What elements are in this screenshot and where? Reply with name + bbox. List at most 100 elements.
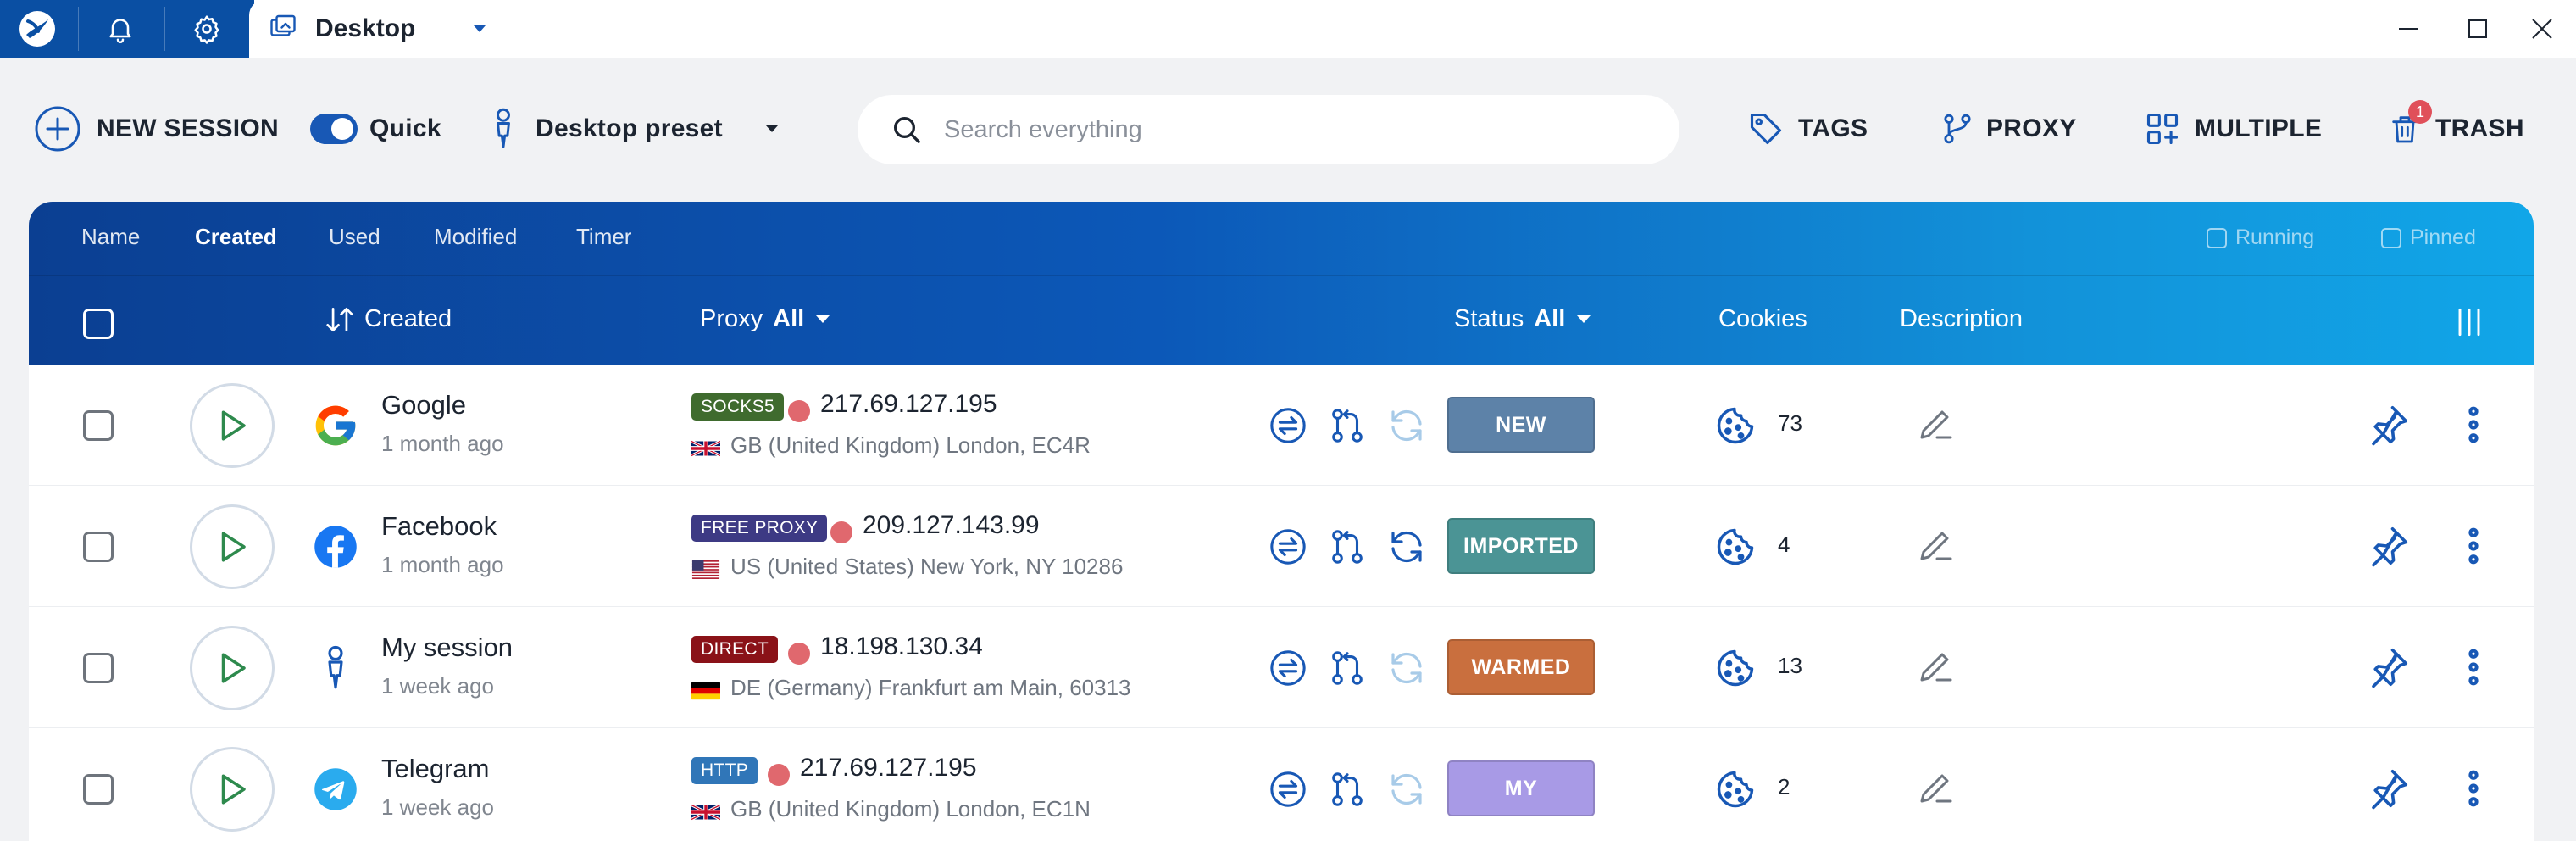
select-all-checkbox[interactable] <box>83 309 114 339</box>
table-row[interactable]: Telegram 1 week ago HTTP 217.69.127.195 GB (… <box>29 728 2534 841</box>
search-box[interactable] <box>858 95 1679 164</box>
proxy-label: PROXY <box>1986 114 2077 142</box>
pin-button[interactable] <box>2366 766 2413 813</box>
refresh-proxy-button[interactable] <box>1385 404 1429 448</box>
sort-tab-modified[interactable]: Modified <box>434 224 517 250</box>
toolbar: NEW SESSION Quick Desktop preset TAGS PR… <box>0 85 2576 173</box>
refresh-proxy-button[interactable] <box>1385 767 1429 811</box>
col-cookies[interactable]: Cookies <box>1718 305 1807 333</box>
tab-desktop[interactable]: Desktop <box>249 0 508 58</box>
col-created[interactable]: Created <box>324 305 452 333</box>
row-checkbox[interactable] <box>83 774 114 805</box>
pin-button[interactable] <box>2366 402 2413 449</box>
table-row[interactable]: My session 1 week ago DIRECT 18.198.130.34 D… <box>29 607 2534 728</box>
pencil-icon <box>1915 646 1959 687</box>
swap-icon <box>1269 527 1307 566</box>
tags-button[interactable]: TAGS <box>1747 85 1868 173</box>
proxy-chain-button[interactable] <box>1325 767 1369 811</box>
session-name[interactable]: My session <box>381 632 513 663</box>
proxy-button[interactable]: PROXY <box>1940 85 2077 173</box>
desktop-tab-icon <box>268 14 298 44</box>
maximize-button[interactable] <box>2444 0 2512 58</box>
columns-settings-button[interactable] <box>2451 304 2488 341</box>
status-badge[interactable]: IMPORTED <box>1447 518 1595 574</box>
more-options-button[interactable] <box>2451 766 2498 813</box>
start-session-button[interactable] <box>190 504 275 589</box>
status-badge[interactable]: WARMED <box>1447 639 1595 695</box>
cookie-icon[interactable] <box>1713 767 1757 811</box>
edit-description-button[interactable] <box>1915 767 1959 811</box>
checkbox[interactable] <box>2207 227 2227 248</box>
multiple-button[interactable]: MULTIPLE <box>2144 85 2322 173</box>
row-checkbox[interactable] <box>83 532 114 562</box>
pencil-icon <box>1915 404 1959 444</box>
col-proxy[interactable]: Proxy All <box>700 305 830 333</box>
app-logo-button[interactable] <box>0 0 75 58</box>
cookie-icon[interactable] <box>1713 404 1757 448</box>
col-description[interactable]: Description <box>1900 305 2023 333</box>
cookie-icon[interactable] <box>1713 525 1757 569</box>
proxy-chain-button[interactable] <box>1325 525 1369 569</box>
settings-button[interactable] <box>168 0 246 58</box>
more-options-button[interactable] <box>2451 644 2498 692</box>
search-input[interactable] <box>944 115 1622 144</box>
minimize-button[interactable] <box>2374 0 2442 58</box>
proxy-chain-button[interactable] <box>1325 404 1369 448</box>
filter-running[interactable]: Running <box>2207 226 2314 250</box>
toggle-switch[interactable] <box>310 114 358 144</box>
start-session-button[interactable] <box>190 626 275 710</box>
pin-button[interactable] <box>2366 523 2413 571</box>
row-checkbox[interactable] <box>83 653 114 683</box>
trash-button[interactable]: 1 TRASH <box>2388 85 2524 173</box>
play-icon <box>214 650 250 686</box>
cookie-icon[interactable] <box>1713 646 1757 690</box>
change-proxy-button[interactable] <box>1266 767 1310 811</box>
more-vertical-icon <box>2451 402 2498 448</box>
sort-icon <box>326 307 353 331</box>
quick-toggle[interactable]: Quick <box>310 85 441 173</box>
refresh-proxy-button[interactable] <box>1385 525 1429 569</box>
checkbox[interactable] <box>2381 227 2401 248</box>
preset-select[interactable]: Desktop preset <box>486 85 780 173</box>
refresh-proxy-button[interactable] <box>1385 646 1429 690</box>
cookie-count: 13 <box>1778 653 1802 678</box>
edit-description-button[interactable] <box>1915 404 1959 448</box>
proxy-chain-button[interactable] <box>1325 646 1369 690</box>
change-proxy-button[interactable] <box>1266 646 1310 690</box>
notifications-button[interactable] <box>81 0 159 58</box>
start-session-button[interactable] <box>190 747 275 832</box>
sort-tab-created[interactable]: Created <box>195 224 277 250</box>
close-icon <box>2532 19 2552 39</box>
status-badge[interactable]: NEW <box>1447 397 1595 453</box>
filter-pinned[interactable]: Pinned <box>2381 226 2476 250</box>
table-row[interactable]: Facebook 1 month ago FREE PROXY 209.127.143… <box>29 486 2534 607</box>
status-badge[interactable]: MY <box>1447 760 1595 816</box>
refresh-icon <box>1386 648 1427 688</box>
more-options-button[interactable] <box>2451 402 2498 449</box>
sort-tab-name[interactable]: Name <box>81 224 140 250</box>
start-session-button[interactable] <box>190 383 275 468</box>
new-session-label: NEW SESSION <box>97 114 279 142</box>
table-row[interactable]: Google 1 month ago SOCKS5 217.69.127.195 GB … <box>29 365 2534 486</box>
pin-button[interactable] <box>2366 644 2413 692</box>
edit-description-button[interactable] <box>1915 525 1959 569</box>
edit-description-button[interactable] <box>1915 646 1959 690</box>
close-button[interactable] <box>2508 0 2576 58</box>
session-name[interactable]: Telegram <box>381 754 490 784</box>
change-proxy-button[interactable] <box>1266 525 1310 569</box>
col-status[interactable]: Status All <box>1454 305 1591 333</box>
proxy-location: DE (Germany) Frankfurt am Main, 60313 <box>730 675 1131 700</box>
status-filter-value: All <box>1534 305 1566 332</box>
sort-tab-used[interactable]: Used <box>329 224 380 250</box>
more-options-button[interactable] <box>2451 523 2498 571</box>
session-name[interactable]: Facebook <box>381 511 497 542</box>
sort-tab-timer[interactable]: Timer <box>576 224 631 250</box>
chevron-down-icon[interactable] <box>471 20 488 37</box>
branch-icon <box>1328 527 1367 566</box>
row-checkbox[interactable] <box>83 410 114 441</box>
pin-icon <box>2366 766 2413 811</box>
change-proxy-button[interactable] <box>1266 404 1310 448</box>
session-name[interactable]: Google <box>381 390 466 420</box>
more-vertical-icon <box>2451 523 2498 569</box>
new-session-button[interactable]: NEW SESSION <box>34 85 279 173</box>
